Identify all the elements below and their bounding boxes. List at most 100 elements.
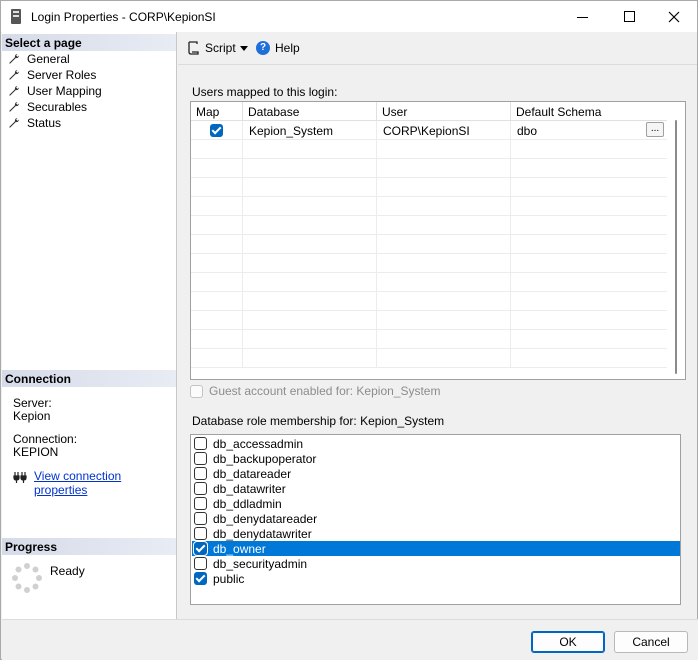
connection-value: KEPION bbox=[13, 445, 59, 459]
close-button[interactable] bbox=[651, 1, 697, 32]
cancel-button[interactable]: Cancel bbox=[614, 631, 688, 653]
wrench-icon bbox=[8, 85, 20, 97]
progress-spinner-icon bbox=[12, 563, 42, 593]
role-db-owner[interactable]: db_owner bbox=[192, 541, 680, 556]
login-properties-window: Login Properties - CORP\KepionSI Select … bbox=[0, 0, 698, 660]
page-status[interactable]: Status bbox=[8, 115, 61, 131]
script-button[interactable]: Script bbox=[186, 41, 236, 55]
role-label: db_accessadmin bbox=[213, 436, 304, 451]
script-dropdown-arrow-icon[interactable] bbox=[240, 46, 248, 51]
dialog-footer: OK Cancel bbox=[2, 619, 698, 660]
title-bar: Login Properties - CORP\KepionSI bbox=[1, 1, 697, 32]
role-checkbox[interactable] bbox=[193, 541, 208, 556]
users-mapped-label: Users mapped to this login: bbox=[192, 85, 338, 99]
page-label: Server Roles bbox=[27, 68, 97, 82]
server-icon bbox=[11, 9, 21, 24]
role-label: db_denydatareader bbox=[213, 511, 318, 526]
role-db-datawriter[interactable]: db_datawriter bbox=[192, 481, 680, 496]
role-checkbox[interactable] bbox=[194, 467, 207, 480]
page-general[interactable]: General bbox=[8, 51, 70, 67]
progress-header: Progress bbox=[2, 538, 176, 555]
page-server-roles[interactable]: Server Roles bbox=[8, 67, 96, 83]
role-checkbox[interactable] bbox=[194, 572, 207, 585]
help-button[interactable]: ? Help bbox=[256, 41, 300, 55]
role-db-datareader[interactable]: db_datareader bbox=[192, 466, 680, 481]
col-map-header: Map bbox=[191, 102, 243, 121]
table-row bbox=[191, 254, 667, 273]
connection-header: Connection bbox=[2, 370, 176, 387]
role-label: db_denydatawriter bbox=[213, 526, 312, 541]
progress-status: Ready bbox=[50, 564, 85, 578]
maximize-icon bbox=[623, 11, 635, 22]
role-label: db_owner bbox=[213, 541, 266, 556]
connection-label: Connection: bbox=[13, 432, 78, 446]
role-db-securityadmin[interactable]: db_securityadmin bbox=[192, 556, 680, 571]
help-icon: ? bbox=[256, 41, 270, 55]
map-cell[interactable] bbox=[191, 121, 243, 140]
role-db-accessadmin[interactable]: db_accessadmin bbox=[192, 436, 680, 451]
role-label: public bbox=[213, 571, 245, 586]
table-row bbox=[191, 216, 667, 235]
col-database-header: Database bbox=[243, 102, 377, 121]
table-row bbox=[191, 197, 667, 216]
help-label: Help bbox=[275, 41, 300, 55]
role-public[interactable]: public bbox=[192, 571, 680, 586]
window-title: Login Properties - CORP\KepionSI bbox=[31, 10, 216, 24]
script-label: Script bbox=[205, 41, 236, 55]
database-cell: Kepion_System bbox=[243, 121, 377, 140]
role-label: db_datawriter bbox=[213, 481, 286, 496]
col-schema-header: Default Schema bbox=[516, 105, 602, 119]
minimize-icon bbox=[576, 16, 588, 18]
guest-account-checkbox bbox=[190, 384, 203, 398]
role-checkbox[interactable] bbox=[194, 512, 207, 525]
grid-vertical-scrollbar[interactable] bbox=[667, 102, 685, 379]
table-row bbox=[191, 235, 667, 254]
ok-button[interactable]: OK bbox=[531, 631, 605, 653]
role-db-backupoperator[interactable]: db_backupoperator bbox=[192, 451, 680, 466]
role-checkbox[interactable] bbox=[194, 482, 207, 495]
table-row bbox=[191, 178, 667, 197]
table-row bbox=[191, 349, 667, 368]
schema-cell[interactable]: dbo bbox=[511, 121, 667, 140]
left-pane: Select a page General Server Roles User … bbox=[2, 32, 177, 619]
select-page-header: Select a page bbox=[2, 34, 176, 51]
role-db-denydatawriter[interactable]: db_denydatawriter bbox=[192, 526, 680, 541]
role-checkbox[interactable] bbox=[194, 497, 207, 510]
role-membership-label: Database role membership for: Kepion_Sys… bbox=[192, 414, 445, 428]
role-checkbox[interactable] bbox=[194, 557, 207, 570]
role-label: db_ddladmin bbox=[213, 496, 282, 511]
users-mapped-grid: Map Database User Default Schema Kepion_… bbox=[190, 101, 686, 380]
page-label: Status bbox=[27, 116, 62, 130]
role-membership-list: db_accessadmin db_backupoperator db_data… bbox=[190, 434, 681, 605]
role-db-denydatareader[interactable]: db_denydatareader bbox=[192, 511, 680, 526]
col-user-header: User bbox=[377, 102, 511, 121]
role-checkbox[interactable] bbox=[194, 527, 207, 540]
server-value: Kepion bbox=[13, 409, 51, 423]
page-user-mapping[interactable]: User Mapping bbox=[8, 83, 102, 99]
role-db-ddladmin[interactable]: db_ddladmin bbox=[192, 496, 680, 511]
table-row bbox=[191, 330, 667, 349]
role-label: db_securityadmin bbox=[213, 556, 308, 571]
table-row bbox=[191, 140, 667, 159]
map-checkbox[interactable] bbox=[210, 124, 223, 137]
scrollbar-thumb[interactable] bbox=[675, 120, 677, 374]
close-icon bbox=[668, 11, 680, 22]
page-label: Securables bbox=[27, 100, 88, 114]
user-cell[interactable]: CORP\KepionSI bbox=[377, 121, 511, 140]
role-checkbox[interactable] bbox=[194, 452, 207, 465]
page-securables[interactable]: Securables bbox=[8, 99, 87, 115]
view-connection-properties-link[interactable]: View connection properties bbox=[34, 469, 176, 497]
maximize-button[interactable] bbox=[606, 1, 652, 32]
toolbar: Script ? Help bbox=[178, 32, 697, 65]
wrench-icon bbox=[8, 117, 20, 129]
script-icon bbox=[188, 41, 199, 55]
table-row[interactable]: Kepion_System CORP\KepionSI dbo bbox=[191, 121, 667, 140]
guest-account-label: Guest account enabled for: Kepion_System bbox=[209, 384, 441, 398]
wrench-icon bbox=[8, 69, 20, 81]
table-row bbox=[191, 292, 667, 311]
plug-icon bbox=[13, 472, 27, 483]
schema-browse-button[interactable]: ... bbox=[646, 122, 664, 137]
role-checkbox[interactable] bbox=[194, 437, 207, 450]
wrench-icon bbox=[8, 101, 20, 113]
minimize-button[interactable] bbox=[559, 1, 605, 32]
